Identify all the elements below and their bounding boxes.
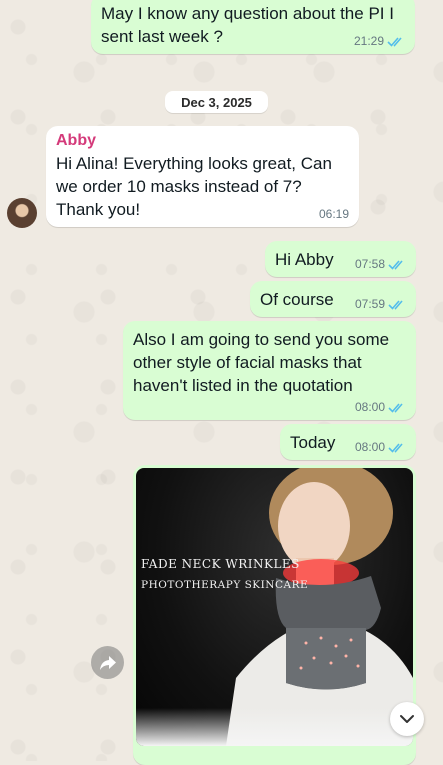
- message-time: 21:29: [353, 34, 384, 48]
- message-meta: 08:00: [355, 440, 406, 454]
- double-check-icon: [388, 299, 403, 310]
- message-time: 08:00: [354, 400, 385, 414]
- message-bubble-outgoing[interactable]: Also I am going to send you some other s…: [123, 321, 416, 420]
- message-text: Also I am going to send you some other s…: [133, 330, 390, 395]
- message-time: 07:59: [354, 297, 385, 311]
- message-bubble-outgoing[interactable]: Hi Abby 07:58: [265, 241, 416, 277]
- image-bottom-fade: [136, 708, 413, 746]
- forward-icon: [99, 655, 116, 670]
- image-caption-line2: PHOTOTHERAPY SKINCARE: [141, 579, 309, 591]
- message-meta: 21:29: [354, 34, 405, 48]
- message-bubble-outgoing[interactable]: Today 08:00: [280, 424, 416, 460]
- product-illustration: [226, 468, 413, 746]
- message-meta: 06:19: [319, 207, 349, 221]
- message-time: 07:58: [354, 257, 385, 271]
- message-meta: 07:59: [355, 297, 406, 311]
- scroll-to-bottom-button[interactable]: [390, 702, 424, 736]
- message-time: 08:00: [354, 440, 385, 454]
- message-meta: 08:00: [355, 400, 406, 414]
- double-check-icon: [388, 442, 403, 453]
- forward-button[interactable]: [91, 646, 124, 679]
- message-bubble-outgoing[interactable]: May I know any question about the PI I s…: [91, 0, 415, 54]
- chevron-down-icon: [400, 715, 414, 723]
- contact-avatar[interactable]: [7, 198, 37, 228]
- double-check-icon: [388, 259, 403, 270]
- sender-name: Abby: [56, 132, 96, 149]
- product-image[interactable]: FADE NECK WRINKLES PHOTOTHERAPY SKINCARE: [136, 468, 413, 746]
- message-meta: 07:58: [355, 257, 406, 271]
- double-check-icon: [388, 402, 403, 413]
- image-message-bubble[interactable]: FADE NECK WRINKLES PHOTOTHERAPY SKINCARE: [133, 465, 416, 765]
- date-separator: Dec 3, 2025: [165, 91, 268, 113]
- message-text: Hi Alina! Everything looks great, Can we…: [56, 154, 332, 219]
- message-time: 06:19: [318, 207, 349, 221]
- message-bubble-incoming[interactable]: Abby Hi Alina! Everything looks great, C…: [46, 126, 359, 227]
- image-caption-line1: FADE NECK WRINKLES: [141, 557, 300, 571]
- message-bubble-outgoing[interactable]: Of course 07:59: [250, 281, 416, 317]
- double-check-icon: [387, 36, 402, 47]
